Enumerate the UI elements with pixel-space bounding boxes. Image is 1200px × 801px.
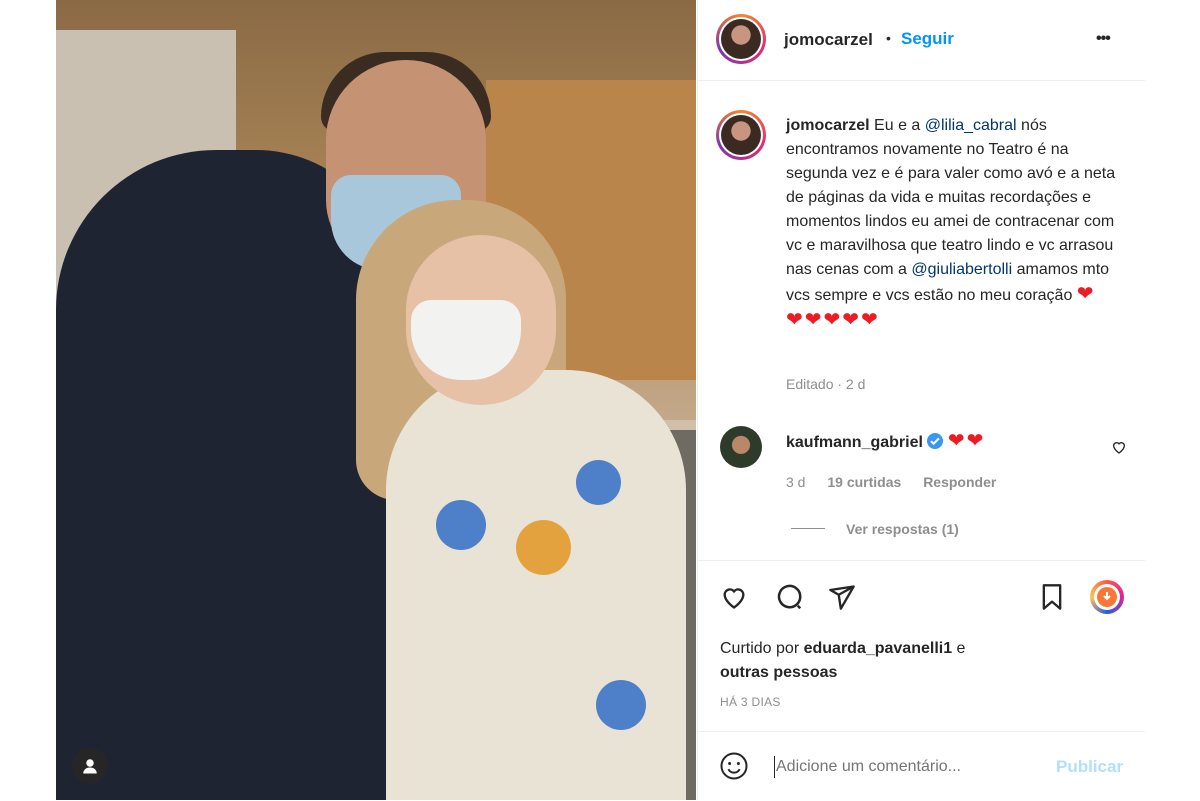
download-extension-icon[interactable] <box>1090 580 1124 614</box>
post-header: jomocarzel • Seguir ••• <box>698 0 1145 81</box>
caption: jomocarzel Eu e a @lilia_cabral nós enco… <box>786 114 1131 334</box>
post-actions: Curtido por eduarda_pavanelli1 e outras … <box>698 560 1145 731</box>
view-replies-button[interactable]: Ver respostas (1) <box>846 521 959 537</box>
photo-flower <box>596 680 646 730</box>
follow-button[interactable]: Seguir <box>901 29 954 49</box>
caption-mention-giulia[interactable]: @giuliabertolli <box>911 261 1012 278</box>
comment-like-icon[interactable] <box>1108 436 1130 458</box>
post-sidebar: jomocarzel • Seguir ••• jomocarzel Eu e … <box>697 0 1145 800</box>
share-send-icon[interactable] <box>826 581 858 613</box>
comment: kaufmann_gabriel ❤❤ <box>786 428 985 453</box>
comment-likes[interactable]: 19 curtidas <box>827 474 901 490</box>
liked-by-others[interactable]: outras pessoas <box>720 664 837 681</box>
caption-hearts-row: ❤❤❤❤❤ <box>786 309 880 331</box>
comment-time: 3 d <box>786 474 806 490</box>
caption-author-avatar[interactable] <box>716 110 766 160</box>
photo-flower <box>576 460 621 505</box>
caption-text-1: Eu e a <box>874 117 925 134</box>
emoji-icon[interactable] <box>718 750 750 782</box>
comment-reply-button[interactable]: Responder <box>923 474 996 490</box>
publish-button[interactable]: Publicar <box>1056 757 1123 777</box>
author-username[interactable]: jomocarzel <box>784 30 873 50</box>
caption-mention-lilia[interactable]: @lilia_cabral <box>925 117 1017 134</box>
liked-by-suffix: e <box>952 640 966 657</box>
photo-girl-floral-blouse <box>386 370 686 800</box>
caption-edited: Editado · 2 d <box>786 376 866 392</box>
like-heart-icon[interactable] <box>718 581 750 613</box>
comment-author[interactable]: kaufmann_gabriel <box>786 434 923 451</box>
liked-by: Curtido por eduarda_pavanelli1 e outras … <box>720 637 965 685</box>
post-photo[interactable] <box>56 0 696 800</box>
author-avatar[interactable] <box>716 14 766 64</box>
photo-flower <box>436 500 486 550</box>
save-bookmark-icon[interactable] <box>1036 581 1068 613</box>
caption-text-2: nós encontramos novamente no Teatro é na… <box>786 117 1116 278</box>
liked-by-user[interactable]: eduarda_pavanelli1 <box>804 640 953 657</box>
liked-by-prefix: Curtido por <box>720 640 804 657</box>
commenter-avatar[interactable] <box>720 426 762 468</box>
caption-heart-emoji: ❤ <box>1076 283 1096 305</box>
post-timestamp[interactable]: HÁ 3 DIAS <box>720 695 781 709</box>
comment-text: ❤❤ <box>947 430 986 452</box>
comment-meta: 3 d 19 curtidas Responder <box>786 474 996 490</box>
more-options-icon[interactable]: ••• <box>1096 30 1111 48</box>
header-separator: • <box>886 30 891 46</box>
comment-bubble-icon[interactable] <box>773 581 805 613</box>
verified-badge-icon <box>927 433 944 449</box>
comment-input[interactable] <box>774 752 1038 782</box>
tagged-users-icon[interactable] <box>72 748 108 784</box>
replies-line <box>791 528 825 529</box>
photo-flower <box>516 520 571 575</box>
caption-author[interactable]: jomocarzel <box>786 117 870 134</box>
add-comment-bar: Publicar <box>698 731 1145 801</box>
